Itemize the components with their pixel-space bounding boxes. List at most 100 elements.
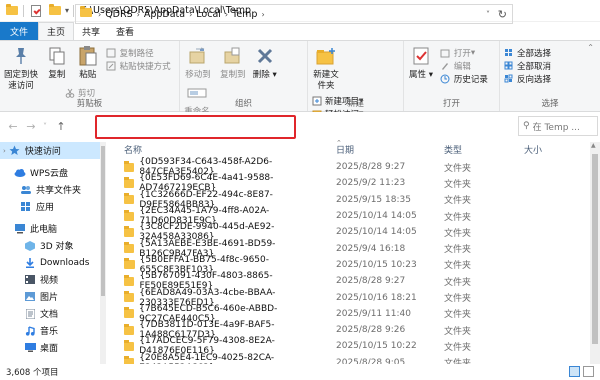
folder-icon: [5, 4, 19, 18]
tab-home[interactable]: 主页: [38, 22, 75, 40]
nav-item-downloads[interactable]: Downloads: [0, 254, 100, 271]
file-type: 文件夹: [444, 326, 472, 337]
breadcrumb-item[interactable]: QDRS: [105, 9, 132, 20]
file-type: 文件夹: [444, 342, 472, 353]
nav-item-wps-cloud[interactable]: WPS云盘: [0, 164, 100, 181]
sort-ascending-icon: ⌃: [336, 139, 342, 147]
copy-path-button[interactable]: 复制路径: [106, 46, 171, 59]
clipboard-group: 固定到快速访问 复制 粘贴 复制路径 粘贴快捷方式 剪切 剪贴板: [0, 41, 180, 111]
paste-shortcut-button[interactable]: 粘贴快捷方式: [106, 59, 171, 72]
breadcrumb-item[interactable]: Temp: [232, 9, 257, 20]
nav-item-documents[interactable]: 文档: [0, 305, 100, 322]
select-all-button[interactable]: 全部选择: [503, 46, 551, 59]
nav-item-apps[interactable]: 应用: [0, 198, 100, 215]
pin-quick-access-button[interactable]: 固定到快速访问: [3, 44, 39, 92]
nav-item-label: 快速访问: [24, 147, 61, 157]
nav-item-label: 共享文件夹: [36, 186, 82, 196]
refresh-icon[interactable]: ↻: [498, 8, 507, 21]
breadcrumb-item[interactable]: Local: [196, 9, 221, 20]
chevron-down-icon[interactable]: ˅: [38, 122, 52, 131]
forward-icon[interactable]: →: [24, 120, 38, 133]
select-none-button[interactable]: 全部取消: [503, 59, 551, 72]
breadcrumb-item[interactable]: AppData: [144, 9, 185, 20]
column-header-name[interactable]: 名称: [110, 143, 336, 156]
nav-scrollbar[interactable]: [100, 142, 106, 364]
new-group: 新建文件夹 新建项目▾ 轻松访问▾ 新建: [308, 41, 404, 120]
tab-view[interactable]: 查看: [108, 22, 142, 40]
desktop-icon: [24, 343, 36, 353]
edit-button[interactable]: 编辑: [440, 59, 488, 72]
move-to-button[interactable]: 移动到: [183, 44, 213, 81]
file-type: 文件夹: [444, 196, 472, 207]
collapse-ribbon-icon[interactable]: ⌃: [587, 43, 594, 52]
nav-item-3d-objects[interactable]: 3D 对象: [0, 237, 100, 254]
chevron-down-icon[interactable]: ˅: [486, 10, 490, 19]
file-type: 文件夹: [444, 261, 472, 272]
invert-selection-button[interactable]: 反向选择: [503, 72, 551, 85]
paste-shortcut-icon: [106, 61, 117, 71]
picture-icon: [24, 292, 36, 302]
new-folder-icon[interactable]: [48, 4, 62, 18]
paste-label: 粘贴: [79, 70, 97, 80]
scrollbar-thumb[interactable]: [101, 146, 105, 296]
nav-item-music[interactable]: 音乐: [0, 322, 100, 339]
nav-item-shared-folder[interactable]: 共享文件夹: [0, 181, 100, 198]
copy-path-icon: [106, 48, 117, 58]
scroll-up-icon[interactable]: ▲: [591, 142, 596, 149]
up-icon[interactable]: ↑: [54, 120, 68, 133]
properties-icon[interactable]: [29, 4, 43, 18]
move-to-icon: [185, 44, 211, 68]
nav-item-videos[interactable]: 视频: [0, 271, 100, 288]
tab-file[interactable]: 文件: [0, 22, 39, 40]
file-type: 文件夹: [444, 310, 472, 321]
nav-item-quick-access[interactable]: › 快速访问: [0, 142, 100, 159]
file-list-scrollbar[interactable]: ▲: [590, 142, 600, 364]
nav-item-this-pc[interactable]: 此电脑: [0, 220, 100, 237]
nav-item-label: WPS云盘: [30, 169, 69, 179]
paste-button[interactable]: 粘贴: [75, 44, 101, 81]
back-icon[interactable]: ←: [6, 120, 20, 133]
nav-item-label: Downloads: [40, 257, 90, 268]
folder-icon: [124, 176, 135, 188]
paste-icon: [75, 44, 101, 68]
select-all-label: 全部选择: [517, 48, 552, 59]
delete-button[interactable]: 删除 ▾: [253, 44, 277, 81]
address-bar[interactable]: › QDRS › AppData › Local › Temp › ˅ ↻: [75, 4, 513, 24]
new-group-label: 新建: [346, 99, 364, 109]
cube-icon: [24, 240, 36, 251]
open-button[interactable]: 打开 ▾: [440, 46, 488, 59]
column-header-date[interactable]: 日期: [336, 143, 444, 156]
column-header-type[interactable]: 类型: [444, 143, 524, 156]
properties-button[interactable]: 属性 ▾: [407, 44, 435, 81]
divider: [73, 4, 75, 17]
chevron-down-icon[interactable]: ▾: [65, 6, 69, 15]
file-type: 文件夹: [444, 277, 472, 288]
nav-item-pictures[interactable]: 图片: [0, 288, 100, 305]
nav-item-desktop[interactable]: 桌面: [0, 339, 100, 356]
file-date: 2025/8/28 9:27: [336, 276, 406, 287]
file-type: 文件夹: [444, 163, 472, 174]
copy-to-button[interactable]: 复制到: [218, 44, 248, 81]
history-label: 历史记录: [453, 74, 488, 85]
copy-button[interactable]: 复制: [44, 44, 70, 81]
file-type: 文件夹: [444, 294, 472, 305]
folder-icon: [124, 160, 135, 172]
search-input[interactable]: ⚲ 在 Temp ...: [518, 116, 598, 136]
delete-icon: [252, 44, 278, 68]
copy-icon: [44, 44, 70, 68]
chevron-right-icon: ›: [261, 9, 265, 19]
history-button[interactable]: 历史记录: [440, 72, 488, 85]
scissors-icon: [64, 88, 75, 98]
scrollbar-thumb[interactable]: [592, 154, 598, 344]
details-view-icon[interactable]: [569, 366, 580, 377]
large-icons-view-icon[interactable]: [583, 366, 594, 377]
star-icon: [9, 145, 21, 156]
pin-icon: [8, 44, 34, 68]
tab-share[interactable]: 共享: [74, 22, 108, 40]
select-none-label: 全部取消: [517, 61, 552, 72]
status-bar: 3,608 个项目: [0, 364, 600, 380]
new-folder-button[interactable]: 新建文件夹: [311, 44, 341, 92]
item-count: 3,608 个项目: [6, 368, 59, 378]
file-type: 文件夹: [444, 245, 472, 256]
column-header-size[interactable]: 大小: [524, 143, 584, 156]
